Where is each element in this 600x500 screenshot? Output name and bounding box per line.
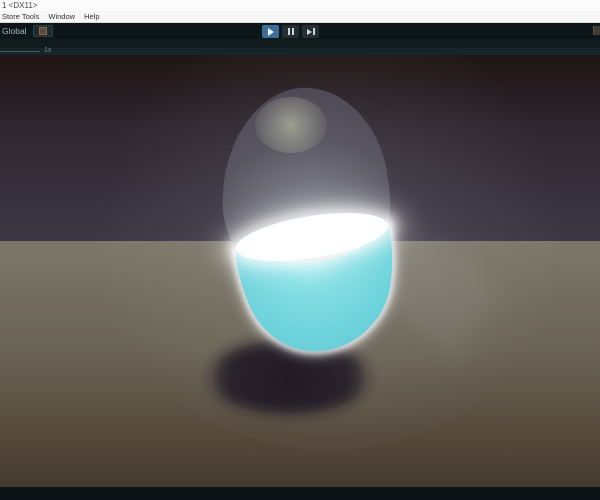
- editor-toolbar: Global: [0, 23, 600, 39]
- menu-window[interactable]: Window: [48, 11, 80, 22]
- step-button[interactable]: [302, 25, 319, 38]
- menu-help[interactable]: Help: [84, 11, 104, 22]
- game-viewport[interactable]: [0, 20, 600, 487]
- layout-dropdown-icon[interactable]: [593, 26, 600, 35]
- menu-store-tools[interactable]: Store Tools: [2, 11, 44, 22]
- play-icon: [267, 27, 274, 36]
- scale-value: 1x: [44, 47, 52, 54]
- scale-slider[interactable]: [0, 51, 40, 52]
- collab-button[interactable]: [32, 25, 53, 37]
- global-toggle[interactable]: Global: [2, 23, 27, 39]
- grid-icon: [38, 27, 47, 35]
- play-button[interactable]: [262, 25, 279, 38]
- pause-icon: [287, 28, 294, 35]
- menu-bar: Store Tools Window Help: [0, 11, 600, 23]
- pause-button[interactable]: [282, 25, 299, 38]
- step-icon: [306, 28, 315, 35]
- bottom-panel-edge: [0, 487, 600, 500]
- window-title: 1 <DX11>: [0, 0, 600, 11]
- game-tab-row: [0, 39, 600, 48]
- game-view-toolbar: 1x: [0, 47, 600, 55]
- playback-controls: [262, 25, 319, 38]
- specular-highlight: [255, 97, 327, 153]
- scene-render: [0, 20, 600, 487]
